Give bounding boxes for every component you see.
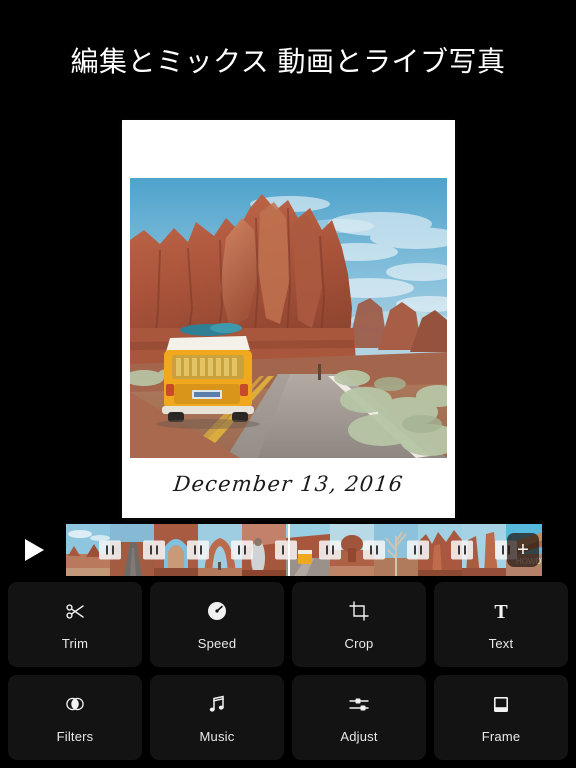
tool-label: Trim: [61, 636, 89, 651]
tool-frame[interactable]: Frame: [434, 675, 568, 760]
tool-text[interactable]: T Text: [434, 582, 568, 667]
photo-caption[interactable]: December 13, 2016: [121, 472, 457, 496]
tool-crop[interactable]: Crop: [292, 582, 426, 667]
tool-grid: Trim Speed Crop T Text Filters Music Adj…: [8, 582, 568, 760]
scissors-icon: [64, 598, 86, 624]
crop-icon: [348, 598, 370, 624]
tool-speed[interactable]: Speed: [150, 582, 284, 667]
tool-adjust[interactable]: Adjust: [292, 675, 426, 760]
tool-label: Speed: [197, 636, 237, 651]
play-icon: [24, 539, 44, 561]
page-title-text: 編集とミックス 動画とライブ写真: [70, 46, 506, 77]
tool-trim[interactable]: Trim: [8, 582, 142, 667]
text-t-icon: T: [490, 598, 512, 624]
clip-handle[interactable]: [451, 540, 473, 560]
sliders-icon: [348, 691, 370, 717]
page-title: 編集とミックス 動画とライブ写真: [0, 30, 576, 90]
tool-label: Text: [488, 636, 514, 651]
tool-label: Music: [199, 729, 235, 744]
tool-label: Filters: [56, 729, 94, 744]
clip-handle[interactable]: [363, 540, 385, 560]
app-root: 編集とミックス 動画とライブ写真 December 13, 2016 + Tri…: [0, 0, 576, 768]
music-note-icon: [206, 691, 228, 717]
play-button[interactable]: [22, 538, 46, 562]
plus-icon: +: [507, 533, 539, 567]
desert-van-photo: [130, 178, 447, 458]
tool-label: Adjust: [340, 729, 378, 744]
clip-handle[interactable]: [143, 540, 165, 560]
tool-music[interactable]: Music: [150, 675, 284, 760]
photo-preview-polaroid[interactable]: December 13, 2016: [122, 120, 455, 518]
clip-handle[interactable]: [231, 540, 253, 560]
preview-photo[interactable]: [130, 178, 447, 458]
polaroid-frame-icon: [490, 691, 512, 717]
add-clip-button[interactable]: +: [504, 524, 542, 576]
clip-handle[interactable]: [275, 540, 297, 560]
playhead[interactable]: [288, 524, 290, 576]
timeline[interactable]: HOWDY +: [0, 524, 576, 576]
clip-handle[interactable]: [407, 540, 429, 560]
clip-handle[interactable]: [99, 540, 121, 560]
tool-label: Frame: [481, 729, 521, 744]
clip-handle[interactable]: [187, 540, 209, 560]
filmstrip[interactable]: HOWDY +: [66, 524, 542, 576]
contrast-circles-icon: [64, 691, 86, 717]
svg-text:T: T: [494, 601, 508, 622]
speedometer-icon: [206, 598, 228, 624]
tool-label: Crop: [344, 636, 374, 651]
clip-handle[interactable]: [319, 540, 341, 560]
van: [156, 323, 260, 429]
tool-filters[interactable]: Filters: [8, 675, 142, 760]
